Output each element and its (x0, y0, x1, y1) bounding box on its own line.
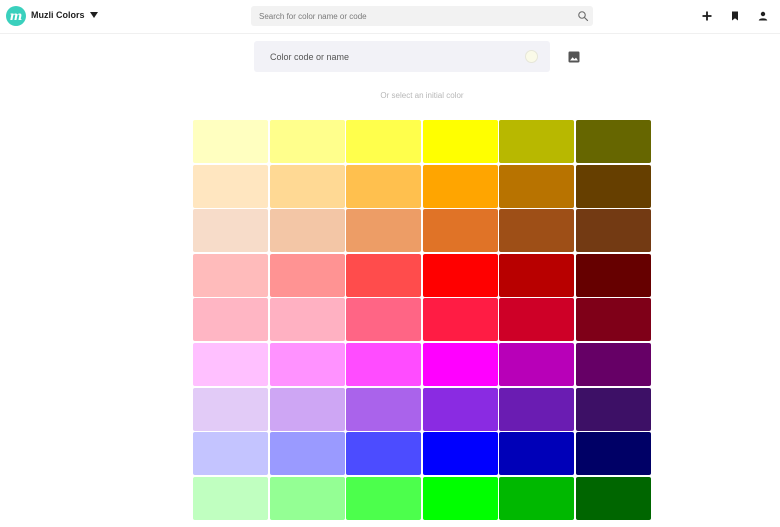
plus-icon (702, 11, 712, 21)
search-input[interactable] (251, 6, 573, 26)
color-swatch[interactable] (499, 298, 575, 342)
color-swatch[interactable] (575, 120, 651, 163)
color-swatch[interactable] (346, 209, 422, 253)
color-swatch[interactable] (422, 342, 498, 386)
brand-name: Muzli Colors (31, 10, 85, 20)
search-bar (251, 6, 593, 26)
color-swatch[interactable] (575, 253, 651, 297)
color-swatch[interactable] (422, 298, 498, 342)
color-swatch[interactable] (422, 209, 498, 253)
color-swatch[interactable] (346, 432, 422, 476)
user-icon (758, 11, 768, 21)
color-swatch[interactable] (346, 387, 422, 431)
color-swatch[interactable] (193, 209, 268, 253)
image-upload-button[interactable] (563, 46, 585, 68)
color-swatch[interactable] (193, 164, 268, 208)
color-swatch[interactable] (499, 476, 575, 520)
color-input[interactable] (254, 41, 525, 72)
brand-menu[interactable]: Muzli Colors (31, 10, 98, 20)
color-swatch[interactable] (346, 298, 422, 342)
color-swatch[interactable] (499, 253, 575, 297)
color-swatch[interactable] (499, 209, 575, 253)
color-swatch[interactable] (575, 476, 651, 520)
color-swatch[interactable] (193, 120, 268, 163)
color-swatch[interactable] (575, 387, 651, 431)
color-swatch[interactable] (499, 164, 575, 208)
color-swatch[interactable] (193, 476, 268, 520)
color-swatch[interactable] (346, 342, 422, 386)
image-icon (568, 51, 580, 63)
color-swatch[interactable] (269, 387, 345, 431)
color-swatch[interactable] (269, 253, 345, 297)
color-swatch[interactable] (575, 342, 651, 386)
color-swatch[interactable] (422, 387, 498, 431)
color-swatch[interactable] (269, 432, 345, 476)
color-swatch[interactable] (193, 298, 268, 342)
bookmarks-button[interactable] (725, 6, 745, 26)
color-swatch[interactable] (193, 342, 268, 386)
color-swatch[interactable] (346, 164, 422, 208)
color-preview-dot (525, 50, 538, 63)
color-swatch[interactable] (499, 120, 575, 163)
top-bar: m Muzli Colors (0, 0, 780, 34)
color-swatch[interactable] (422, 164, 498, 208)
caret-down-icon (89, 12, 98, 18)
color-swatch[interactable] (422, 476, 498, 520)
color-swatch[interactable] (193, 387, 268, 431)
color-palette-grid (193, 120, 651, 520)
color-swatch[interactable] (499, 387, 575, 431)
search-icon[interactable] (573, 6, 593, 26)
color-swatch[interactable] (575, 298, 651, 342)
initial-color-hint: Or select an initial color (380, 91, 464, 100)
color-swatch[interactable] (269, 164, 345, 208)
color-swatch[interactable] (422, 120, 498, 163)
color-swatch[interactable] (193, 432, 268, 476)
color-swatch[interactable] (575, 432, 651, 476)
color-swatch[interactable] (269, 120, 345, 163)
color-swatch[interactable] (422, 253, 498, 297)
muzli-logo[interactable]: m (6, 6, 26, 26)
color-input-box (254, 41, 550, 72)
account-button[interactable] (753, 6, 773, 26)
color-swatch[interactable] (346, 476, 422, 520)
color-swatch[interactable] (575, 209, 651, 253)
color-swatch[interactable] (422, 432, 498, 476)
color-swatch[interactable] (193, 253, 268, 297)
color-swatch[interactable] (269, 342, 345, 386)
color-swatch[interactable] (499, 432, 575, 476)
add-button[interactable] (697, 6, 717, 26)
bookmark-icon (732, 11, 738, 21)
color-swatch[interactable] (575, 164, 651, 208)
color-swatch[interactable] (499, 342, 575, 386)
color-swatch[interactable] (346, 120, 422, 163)
color-swatch[interactable] (346, 253, 422, 297)
color-swatch[interactable] (269, 476, 345, 520)
color-swatch[interactable] (269, 298, 345, 342)
color-swatch[interactable] (269, 209, 345, 253)
